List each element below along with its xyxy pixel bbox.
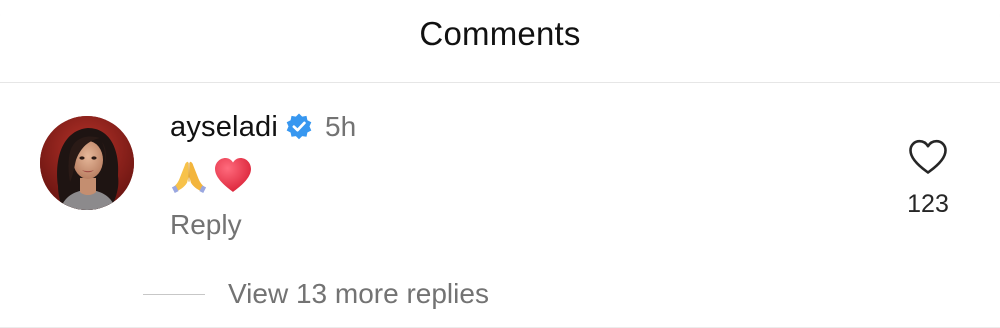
comment-item: ayseladi 5h Reply 123 View 13 more repli… — [0, 83, 1000, 328]
red-heart-emoji — [212, 155, 254, 200]
comments-sheet: Comments ayseladi 5h Reply 123 View 13 m… — [0, 0, 1000, 328]
replies-divider — [143, 293, 205, 295]
comment-timestamp: 5h — [325, 111, 357, 142]
reply-button[interactable]: Reply — [170, 209, 242, 241]
like-area: 123 — [900, 138, 956, 219]
view-replies-label: View 13 more replies — [228, 278, 489, 309]
view-more-replies-button[interactable]: View 13 more replies — [143, 276, 489, 312]
comment-header: ayseladi 5h — [170, 109, 356, 145]
page-title: Comments — [419, 15, 581, 52]
comment-text — [170, 155, 258, 199]
avatar-image — [40, 116, 134, 210]
avatar[interactable] — [40, 116, 134, 210]
comments-header: Comments — [0, 0, 1000, 83]
verified-badge-icon — [284, 112, 314, 142]
heart-outline-icon[interactable] — [907, 138, 949, 176]
folded-hands-emoji — [170, 156, 208, 199]
like-count: 123 — [907, 190, 949, 218]
username[interactable]: ayseladi — [170, 111, 278, 144]
